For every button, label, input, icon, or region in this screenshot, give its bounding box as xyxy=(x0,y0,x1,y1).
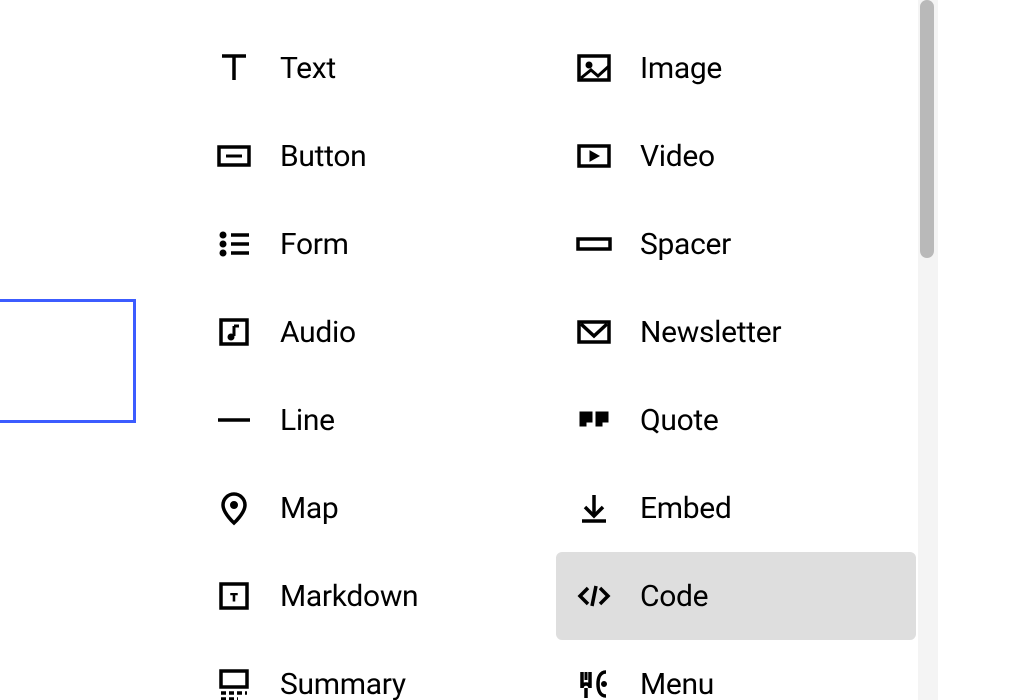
block-label: Summary xyxy=(280,667,406,700)
summary-icon xyxy=(216,666,252,700)
text-icon xyxy=(216,50,252,86)
quote-icon xyxy=(576,402,612,438)
line-icon xyxy=(216,402,252,438)
block-label: Image xyxy=(640,51,722,86)
block-label: Line xyxy=(280,403,335,438)
block-label: Code xyxy=(640,579,708,614)
block-newsletter[interactable]: Newsletter xyxy=(556,288,916,376)
block-label: Video xyxy=(640,139,715,174)
block-label: Newsletter xyxy=(640,315,781,350)
block-text[interactable]: Text xyxy=(196,24,556,112)
block-button[interactable]: Button xyxy=(196,112,556,200)
image-icon xyxy=(576,50,612,86)
block-grid: Text Image Button xyxy=(196,24,916,700)
block-image[interactable]: Image xyxy=(556,24,916,112)
block-label: Markdown xyxy=(280,579,418,614)
audio-icon xyxy=(216,314,252,350)
block-audio[interactable]: Audio xyxy=(196,288,556,376)
markdown-icon: T xyxy=(216,578,252,614)
block-code[interactable]: Code xyxy=(556,552,916,640)
block-label: Button xyxy=(280,139,366,174)
block-line[interactable]: Line xyxy=(196,376,556,464)
map-icon xyxy=(216,490,252,526)
block-menu[interactable]: Menu xyxy=(556,640,916,700)
block-form[interactable]: Form xyxy=(196,200,556,288)
scrollbar-thumb[interactable] xyxy=(920,0,934,258)
block-label: Spacer xyxy=(640,227,731,262)
block-quote[interactable]: Quote xyxy=(556,376,916,464)
block-label: Quote xyxy=(640,403,719,438)
scrollbar[interactable] xyxy=(918,0,938,700)
block-embed[interactable]: Embed xyxy=(556,464,916,552)
newsletter-icon xyxy=(576,314,612,350)
block-picker-panel: Text Image Button xyxy=(146,0,931,700)
svg-text:T: T xyxy=(231,592,238,604)
form-icon xyxy=(216,226,252,262)
spacer-icon xyxy=(576,226,612,262)
block-label: Menu xyxy=(640,667,714,700)
block-spacer[interactable]: Spacer xyxy=(556,200,916,288)
block-label: Text xyxy=(280,51,336,86)
button-icon xyxy=(216,138,252,174)
block-markdown[interactable]: T Markdown xyxy=(196,552,556,640)
video-icon xyxy=(576,138,612,174)
menu-icon xyxy=(576,666,612,700)
block-video[interactable]: Video xyxy=(556,112,916,200)
block-label: Audio xyxy=(280,315,356,350)
block-map[interactable]: Map xyxy=(196,464,556,552)
selected-block-placeholder xyxy=(0,299,136,423)
embed-icon xyxy=(576,490,612,526)
code-icon xyxy=(576,578,612,614)
block-label: Map xyxy=(280,491,338,526)
block-label: Form xyxy=(280,227,349,262)
block-label: Embed xyxy=(640,491,732,526)
block-summary[interactable]: Summary xyxy=(196,640,556,700)
